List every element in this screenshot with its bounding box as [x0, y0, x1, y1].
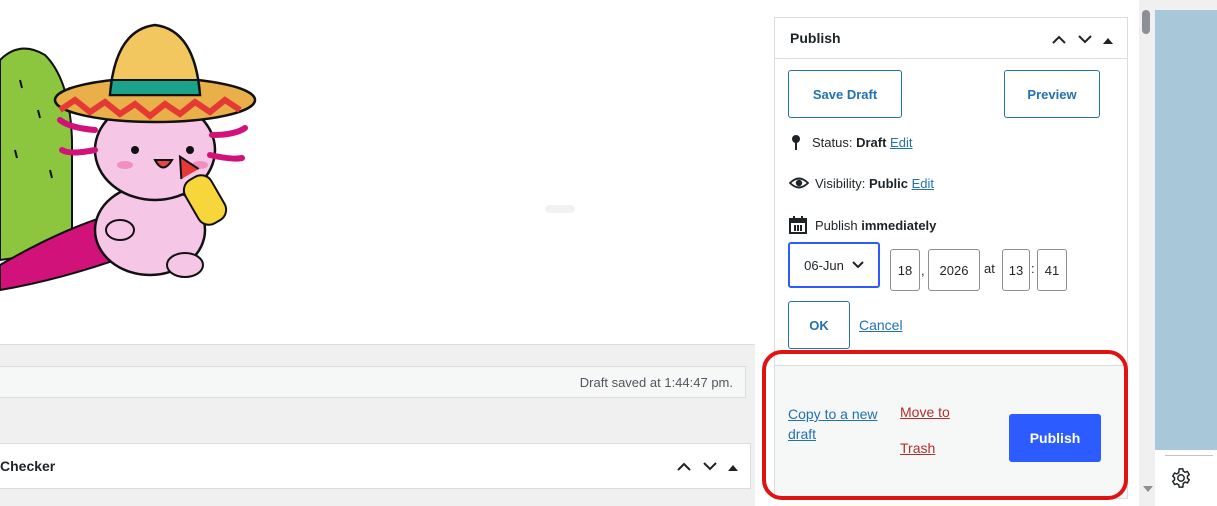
editor-canvas[interactable] — [0, 0, 755, 345]
chevron-down-icon — [852, 261, 864, 269]
chevron-down-icon[interactable] — [1077, 31, 1093, 49]
calendar-icon — [789, 216, 807, 234]
minute-input[interactable]: 41 — [1037, 249, 1067, 291]
toggle-panel-icon[interactable] — [1103, 31, 1113, 49]
scroll-down-arrow-icon[interactable] — [1143, 486, 1153, 494]
pin-icon — [792, 135, 800, 150]
month-select[interactable]: 06-Jun — [788, 242, 880, 288]
editor-status-bar: Draft saved at 1:44:47 pm. — [0, 366, 746, 398]
save-draft-button[interactable]: Save Draft — [788, 70, 902, 118]
cancel-link[interactable]: Cancel — [859, 317, 903, 333]
publish-box-controls — [1051, 31, 1113, 49]
highlight-annotation — [762, 350, 1128, 500]
publish-header: Publish — [775, 18, 1127, 59]
visibility-edit-link[interactable]: Edit — [912, 176, 934, 191]
visibility-label: Visibility: — [815, 176, 869, 191]
status-label: Status: — [812, 135, 857, 150]
draft-saved-text: Draft saved at 1:44:47 pm. — [579, 375, 733, 390]
axolotl-illustration — [0, 23, 257, 292]
ok-button[interactable]: OK — [788, 301, 850, 349]
month-value: 06-Jun — [804, 257, 844, 273]
status-edit-link[interactable]: Edit — [890, 135, 912, 150]
at-label: at — [984, 261, 995, 276]
time-separator: : — [1031, 261, 1035, 276]
hour-input[interactable]: 13 — [1002, 249, 1030, 291]
checker-metabox: Checker — [0, 443, 751, 489]
chevron-down-icon[interactable] — [702, 458, 718, 476]
visibility-row: Visibility: Public Edit — [788, 176, 934, 191]
publish-label: Publish — [815, 218, 862, 233]
chevron-up-icon[interactable] — [676, 458, 692, 476]
status-row: Status: Draft Edit — [790, 134, 912, 150]
gear-icon[interactable] — [1170, 467, 1192, 489]
drag-handle — [545, 205, 575, 213]
day-input[interactable]: 18 — [890, 249, 920, 291]
status-value: Draft — [856, 135, 887, 150]
year-input[interactable]: 2026 — [928, 249, 980, 291]
publish-date-row: Publish immediately — [789, 216, 936, 234]
sidebar-scrollbar[interactable] — [1139, 0, 1155, 506]
divider — [1165, 455, 1213, 456]
chevron-up-icon[interactable] — [1051, 31, 1067, 49]
checker-box-controls — [676, 458, 738, 476]
visibility-value: Public — [868, 176, 908, 191]
publish-value: immediately — [861, 218, 937, 233]
scrollbar-thumb[interactable] — [1142, 10, 1150, 34]
eye-icon — [788, 177, 810, 189]
preview-button[interactable]: Preview — [1004, 70, 1100, 118]
day-separator: , — [921, 263, 925, 278]
checker-title: Checker — [0, 458, 56, 474]
toggle-panel-icon[interactable] — [728, 458, 738, 476]
background-panel — [1155, 10, 1217, 450]
publish-title: Publish — [790, 30, 841, 46]
